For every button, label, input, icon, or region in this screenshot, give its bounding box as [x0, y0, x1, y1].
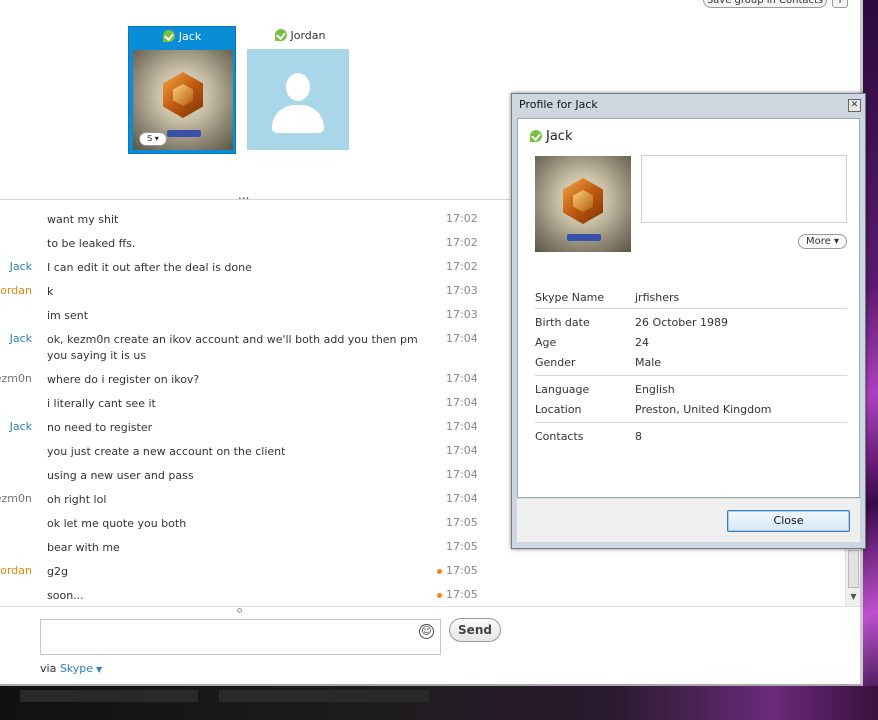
- scroll-down-arrow-icon[interactable]: ▼: [848, 592, 859, 604]
- resize-handle[interactable]: [237, 608, 242, 613]
- divider: [535, 375, 847, 376]
- close-icon[interactable]: ✕: [848, 99, 861, 112]
- via-service-selector: via Skype ▼: [40, 662, 103, 675]
- taskbar-item[interactable]: [20, 690, 198, 702]
- close-button[interactable]: Close: [727, 510, 850, 532]
- message-input[interactable]: [40, 619, 441, 655]
- unread-indicator: [437, 593, 442, 598]
- profile-name: Jack: [530, 129, 572, 144]
- save-group-button[interactable]: Save group in Contacts: [703, 0, 827, 8]
- send-button[interactable]: Send: [449, 618, 501, 642]
- online-status-icon: [530, 130, 542, 142]
- info-button[interactable]: i: [832, 0, 848, 8]
- participant-name: Jack: [129, 30, 235, 43]
- call-menu-button[interactable]: S ▾: [139, 132, 167, 146]
- online-status-icon: [162, 30, 175, 42]
- emoticon-icon[interactable]: ☺: [419, 624, 434, 639]
- mood-message-box: [641, 155, 847, 223]
- divider: [535, 422, 847, 423]
- online-status-icon: [274, 29, 287, 41]
- participant-jack[interactable]: Jack S ▾: [128, 26, 236, 154]
- profile-body: Jack More ▾ Skype Name jrfishers Birth d…: [517, 118, 860, 498]
- divider: [0, 606, 860, 607]
- divider: [535, 308, 847, 309]
- service-link[interactable]: Skype: [60, 662, 93, 675]
- scrollbar-thumb[interactable]: [848, 550, 859, 588]
- avatar: [535, 156, 631, 252]
- participant-jordan[interactable]: Jordan: [246, 26, 354, 154]
- profile-dialog: Profile for Jack ✕ Jack More ▾ Skype Nam…: [511, 93, 866, 549]
- participant-name: Jordan: [246, 29, 354, 42]
- dialog-title: Profile for Jack: [519, 98, 598, 111]
- dialog-footer: Close: [517, 498, 860, 542]
- more-button[interactable]: More ▾: [798, 234, 847, 249]
- taskbar-item[interactable]: [219, 690, 429, 702]
- chevron-down-icon[interactable]: ▼: [96, 665, 102, 674]
- avatar: S ▾: [133, 50, 233, 150]
- more-participants-toggle[interactable]: ...: [238, 188, 249, 202]
- default-avatar-icon: [247, 49, 349, 150]
- unread-indicator: [437, 569, 442, 574]
